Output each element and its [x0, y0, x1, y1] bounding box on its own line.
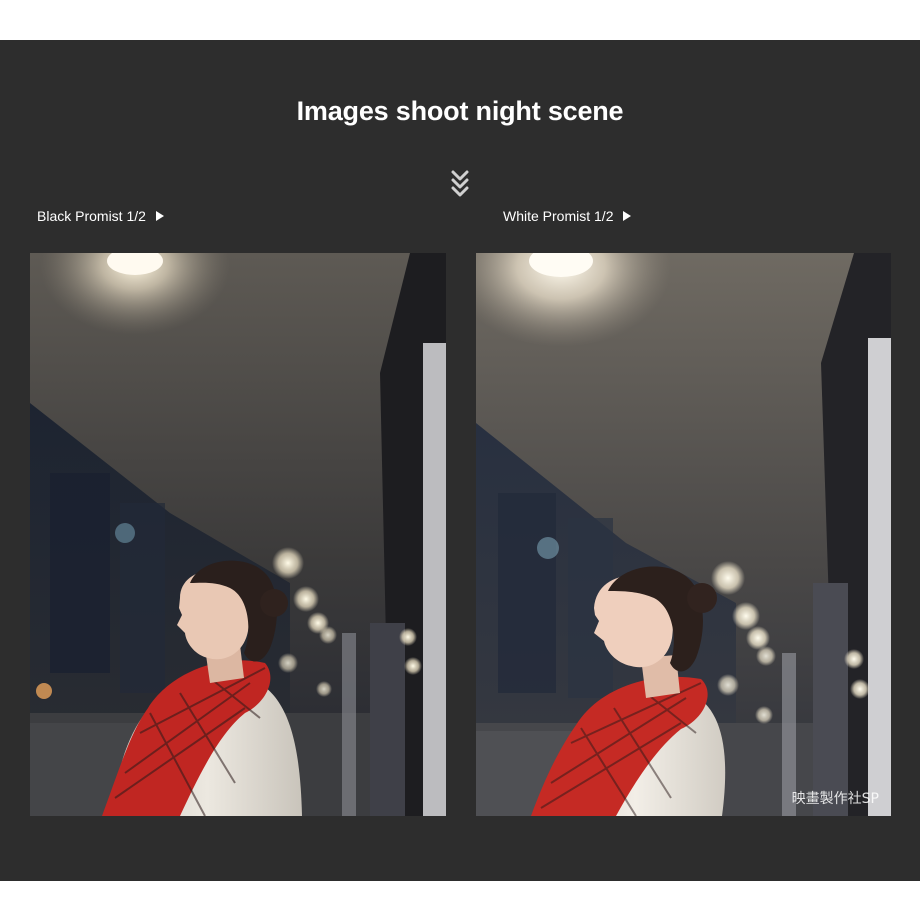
page-title: Images shoot night scene — [296, 96, 624, 126]
caption-white-promist: White Promist 1/2 — [503, 208, 632, 224]
play-triangle-icon — [155, 211, 164, 221]
caption-label: Black Promist 1/2 — [37, 208, 146, 224]
caption-black-promist: Black Promist 1/2 — [37, 208, 164, 224]
play-triangle-icon — [623, 211, 632, 221]
watermark-text: 映畫製作社SP — [791, 791, 879, 807]
photo-black-promist — [30, 253, 446, 816]
photo-white-promist: 映畫製作社SP — [476, 253, 891, 816]
caption-label: White Promist 1/2 — [503, 208, 614, 224]
double-chevron-down-icon — [451, 170, 469, 197]
